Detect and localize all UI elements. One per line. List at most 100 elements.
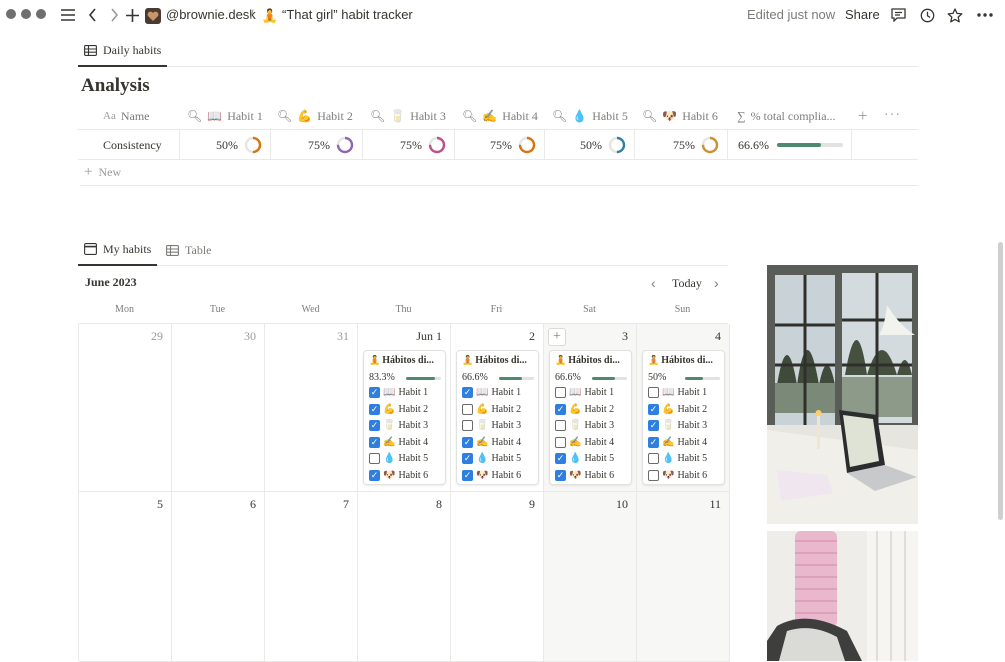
calendar-day-cell[interactable]: 9 [451, 492, 544, 662]
checkbox-checked-icon[interactable]: ✓ [555, 469, 566, 481]
breadcrumb-workspace[interactable]: @brownie.desk [166, 7, 256, 22]
column-header-habit-3[interactable]: 🔍︎ 🥛 Habit 3 [370, 102, 446, 130]
checkbox-checked-icon[interactable]: ✓ [648, 403, 659, 415]
checkbox-unchecked-icon[interactable] [648, 453, 659, 464]
favorite-star-icon[interactable] [947, 5, 963, 25]
checkbox-checked-icon[interactable]: ✓ [369, 469, 380, 481]
checkbox-unchecked-icon[interactable] [648, 469, 659, 481]
calendar-day-cell[interactable]: 5 [79, 492, 172, 662]
forward-arrow-icon[interactable] [107, 5, 121, 25]
add-column-icon[interactable]: + [858, 102, 868, 130]
habit-checkbox-row[interactable]: ✓ 🐶 Habit 6 [462, 469, 521, 481]
history-icon[interactable] [919, 5, 935, 25]
today-button[interactable]: Today [672, 276, 702, 291]
calendar-day-cell[interactable]: 29 [79, 324, 172, 492]
checkbox-checked-icon[interactable]: ✓ [369, 420, 380, 431]
habit-checkbox-row[interactable]: ✓ 💪 Habit 2 [369, 403, 428, 415]
next-month-chevron-icon[interactable]: › [714, 275, 719, 291]
tab-daily-habits[interactable]: Daily habits [78, 36, 168, 67]
window-zoom-dot[interactable] [36, 9, 46, 19]
column-header-habit-5[interactable]: 🔍︎ 💧 Habit 5 [552, 102, 628, 130]
habit-entry-card[interactable]: 🧘 Hábitos di... 66.6% ✓ 📖 Habit 1 💪 Habit 2 🥛 Hab… [456, 350, 539, 485]
column-header-habit-4[interactable]: 🔍︎ ✍️ Habit 4 [462, 102, 538, 130]
cell-habit-2[interactable]: 75% [271, 130, 363, 160]
column-header-name[interactable]: Aa Name [103, 102, 149, 130]
cell-habit-3[interactable]: 75% [363, 130, 455, 160]
checkbox-unchecked-icon[interactable] [555, 387, 566, 398]
habit-checkbox-row[interactable]: ✓ 🐶 Habit 6 [369, 469, 428, 481]
checkbox-unchecked-icon[interactable] [369, 453, 380, 464]
calendar-day-cell[interactable]: 4 🧘 Hábitos di... 50% 📖 Habit 1 ✓ 💪 Habit 2 ✓ 🥛 Hab… [637, 324, 730, 492]
calendar-day-cell[interactable]: 31 [265, 324, 358, 492]
checkbox-unchecked-icon[interactable] [555, 436, 566, 448]
habit-checkbox-row[interactable]: 💧 Habit 5 [369, 453, 428, 464]
comments-icon[interactable] [890, 5, 906, 25]
habit-checkbox-row[interactable]: 📖 Habit 1 [555, 387, 614, 398]
more-options-icon[interactable] [976, 5, 994, 25]
back-arrow-icon[interactable] [85, 5, 99, 25]
add-event-button[interactable]: + [548, 328, 566, 346]
habit-checkbox-row[interactable]: ✓ ✍️ Habit 4 [369, 436, 428, 448]
cell-habit-4[interactable]: 75% [455, 130, 545, 160]
table-row-consistency[interactable]: Consistency 50% 75% 75% 75% 50% 75% 66.6… [78, 130, 918, 160]
habit-checkbox-row[interactable]: ✍️ Habit 4 [555, 436, 614, 448]
cell-habit-5[interactable]: 50% [545, 130, 635, 160]
calendar-day-cell[interactable]: 7 [265, 492, 358, 662]
window-minimize-dot[interactable] [21, 9, 31, 19]
share-button[interactable]: Share [845, 7, 880, 22]
habit-entry-card[interactable]: 🧘 Hábitos di... 83.3% ✓ 📖 Habit 1 ✓ 💪 Habit 2 ✓ 🥛 H… [363, 350, 446, 485]
tab-my-habits[interactable]: My habits [78, 234, 158, 266]
habit-checkbox-row[interactable]: 🥛 Habit 3 [462, 420, 521, 431]
habit-checkbox-row[interactable]: ✓ ✍️ Habit 4 [648, 436, 707, 448]
habit-entry-card[interactable]: 🧘 Hábitos di... 50% 📖 Habit 1 ✓ 💪 Habit 2 ✓ 🥛 Habi… [642, 350, 725, 485]
column-options-icon[interactable]: ··· [884, 102, 901, 130]
checkbox-checked-icon[interactable]: ✓ [555, 453, 566, 464]
new-row-button[interactable]: + New [80, 160, 918, 186]
breadcrumb-page-title[interactable]: “That girl” habit tracker [282, 7, 413, 22]
habit-checkbox-row[interactable]: ✓ 💧 Habit 5 [462, 453, 521, 464]
checkbox-checked-icon[interactable]: ✓ [648, 420, 659, 431]
calendar-day-cell[interactable]: 3 + 🧘 Hábitos di... 66.6% 📖 Habit 1 ✓ 💪 Habit 2 🥛 H… [544, 324, 637, 492]
scrollbar[interactable] [998, 242, 1003, 520]
checkbox-checked-icon[interactable]: ✓ [462, 469, 473, 481]
calendar-day-cell[interactable]: 2 🧘 Hábitos di... 66.6% ✓ 📖 Habit 1 💪 Habit 2 🥛 Ha… [451, 324, 544, 492]
habit-checkbox-row[interactable]: ✓ 🥛 Habit 3 [648, 420, 707, 431]
cell-name[interactable]: Consistency [78, 130, 180, 160]
checkbox-unchecked-icon[interactable] [462, 403, 473, 415]
checkbox-unchecked-icon[interactable] [555, 420, 566, 431]
habit-entry-card[interactable]: 🧘 Hábitos di... 66.6% 📖 Habit 1 ✓ 💪 Habit 2 🥛 Hab… [549, 350, 632, 485]
calendar-day-cell[interactable]: 6 [172, 492, 265, 662]
calendar-day-cell[interactable]: 30 [172, 324, 265, 492]
tab-table[interactable]: Table [160, 234, 217, 266]
column-header-total-compliance[interactable]: ∑ % total complia... [737, 102, 836, 130]
checkbox-checked-icon[interactable]: ✓ [555, 403, 566, 415]
habit-checkbox-row[interactable]: ✓ 📖 Habit 1 [462, 387, 521, 398]
habit-checkbox-row[interactable]: ✓ 💧 Habit 5 [555, 453, 614, 464]
habit-checkbox-row[interactable]: ✓ 💪 Habit 2 [555, 403, 614, 415]
habit-checkbox-row[interactable]: 📖 Habit 1 [648, 387, 707, 398]
cell-total-compliance[interactable]: 66.6% [728, 130, 852, 160]
checkbox-unchecked-icon[interactable] [462, 420, 473, 431]
previous-month-chevron-icon[interactable]: ‹ [651, 275, 656, 291]
habit-checkbox-row[interactable]: ✓ 📖 Habit 1 [369, 387, 428, 398]
window-close-dot[interactable] [6, 9, 16, 19]
checkbox-checked-icon[interactable]: ✓ [462, 436, 473, 448]
cell-habit-6[interactable]: 75% [635, 130, 728, 160]
add-icon[interactable] [125, 5, 139, 25]
column-header-habit-1[interactable]: 🔍︎ 📖 Habit 1 [187, 102, 263, 130]
habit-checkbox-row[interactable]: ✓ ✍️ Habit 4 [462, 436, 521, 448]
habit-checkbox-row[interactable]: 🥛 Habit 3 [555, 420, 614, 431]
calendar-day-cell[interactable]: 11 [637, 492, 730, 662]
calendar-day-cell[interactable]: 8 [358, 492, 451, 662]
checkbox-checked-icon[interactable]: ✓ [648, 436, 659, 448]
calendar-day-cell[interactable]: 10 [544, 492, 637, 662]
habit-checkbox-row[interactable]: ✓ 🐶 Habit 6 [555, 469, 614, 481]
checkbox-checked-icon[interactable]: ✓ [462, 387, 473, 398]
checkbox-checked-icon[interactable]: ✓ [462, 453, 473, 464]
checkbox-unchecked-icon[interactable] [648, 387, 659, 398]
cell-habit-1[interactable]: 50% [180, 130, 271, 160]
habit-checkbox-row[interactable]: ✓ 🥛 Habit 3 [369, 420, 428, 431]
calendar-day-cell[interactable]: Jun 1 🧘 Hábitos di... 83.3% ✓ 📖 Habit 1 ✓ 💪 Habit… [358, 324, 451, 492]
checkbox-checked-icon[interactable]: ✓ [369, 387, 380, 398]
column-header-habit-2[interactable]: 🔍︎ 💪 Habit 2 [277, 102, 353, 130]
